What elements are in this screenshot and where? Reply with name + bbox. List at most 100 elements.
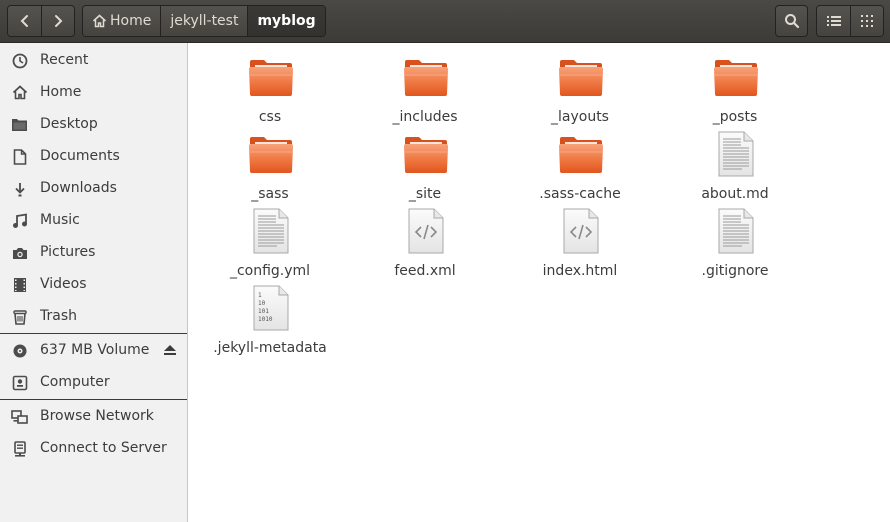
header-bar: Home jekyll-test myblog [0,0,890,43]
sidebar-item-label: Pictures [40,244,96,260]
sidebar-item-connect-server[interactable]: Connect to Server [0,433,187,463]
sidebar-item-pictures[interactable]: Pictures [0,237,187,267]
server-icon [11,440,28,457]
text-file-icon [712,207,760,255]
chevron-left-icon [20,15,28,27]
sidebar-item-downloads[interactable]: Downloads [0,173,187,203]
sidebar-item-computer[interactable]: Computer [0,367,187,397]
folder-icon [403,136,449,174]
sidebar-item-music[interactable]: Music [0,205,187,235]
disc-icon [11,342,28,359]
sidebar-item-label: Trash [40,308,77,324]
file-name: feed.xml [394,263,456,279]
sidebar-item-label: Recent [40,52,89,68]
breadcrumb: Home jekyll-test myblog [82,5,326,37]
sidebar-item-desktop[interactable]: Desktop [0,109,187,139]
sidebar-item-label: Music [40,212,80,228]
file-item-gitignore[interactable]: .gitignore [660,207,810,283]
file-item-config-yml[interactable]: _config.yml [195,207,345,283]
sidebar-item-label: Desktop [40,116,98,132]
sidebar-item-label: Computer [40,374,110,390]
file-item-jekyll-metadata[interactable]: 1 10 101 1010 .jekyll-metadata [195,284,345,360]
music-icon [11,212,28,229]
back-button[interactable] [8,6,41,36]
desktop-folder-icon [11,116,28,133]
code-file-icon [402,207,450,255]
home-icon [11,84,28,101]
binary-file-icon: 1 10 101 1010 [253,285,289,331]
download-icon [11,180,28,197]
file-item-sass[interactable]: _sass [195,130,345,206]
list-view-icon [826,16,841,26]
file-name: css [258,109,282,125]
file-name: about.md [701,186,769,202]
sidebar-item-home[interactable]: Home [0,77,187,107]
file-item-posts[interactable]: _posts [660,53,810,129]
sidebar-item-label: Home [40,84,82,100]
file-name: .gitignore [701,263,769,279]
sidebar-item-label: Downloads [40,180,117,196]
sidebar-item-volume[interactable]: 637 MB Volume [0,335,187,365]
breadcrumb-jekyll-test[interactable]: jekyll-test [160,6,248,36]
trash-icon [11,308,28,325]
file-name: _sass [251,186,289,202]
breadcrumb-label: Home [110,13,152,29]
sidebar-item-label: Browse Network [40,408,154,424]
places-sidebar: Recent Home Desktop Documents Downloads … [0,43,188,522]
sidebar-item-label: 637 MB Volume [40,342,150,358]
home-icon [92,14,107,28]
sidebar-separator [0,333,187,334]
file-item-site[interactable]: _site [350,130,500,206]
binary-line: 1 [258,292,262,299]
folder-icon [558,136,604,174]
document-icon [11,148,28,165]
text-file-icon [712,130,760,178]
binary-line: 1010 [258,316,273,323]
sidebar-item-browse-network[interactable]: Browse Network [0,401,187,431]
sidebar-item-videos[interactable]: Videos [0,269,187,299]
history-nav [7,5,75,37]
network-icon [11,408,28,425]
binary-line: 101 [258,308,269,315]
list-view-button[interactable] [817,6,850,36]
breadcrumb-label: jekyll-test [170,13,239,29]
sidebar-item-label: Videos [40,276,87,292]
camera-icon [11,244,28,261]
file-name: index.html [542,263,618,279]
search-button[interactable] [775,5,808,37]
sidebar-separator [0,399,187,400]
view-toggle [816,5,884,37]
file-item-index-html[interactable]: index.html [505,207,655,283]
file-name: .sass-cache [539,186,621,202]
breadcrumb-myblog[interactable]: myblog [247,6,325,36]
file-item-layouts[interactable]: _layouts [505,53,655,129]
file-item-css[interactable]: css [195,53,345,129]
text-file-icon [247,207,295,255]
file-item-feed-xml[interactable]: feed.xml [350,207,500,283]
folder-icon [248,136,294,174]
file-name: _config.yml [229,263,311,279]
forward-button[interactable] [41,6,74,36]
grid-view-icon [861,15,873,27]
clock-icon [11,52,28,69]
film-icon [11,276,28,293]
breadcrumb-label: myblog [257,13,316,29]
sidebar-item-label: Documents [40,148,120,164]
grid-view-button[interactable] [850,6,883,36]
sidebar-item-trash[interactable]: Trash [0,301,187,331]
file-name: _includes [392,109,458,125]
file-item-includes[interactable]: _includes [350,53,500,129]
file-item-about-md[interactable]: about.md [660,130,810,206]
sidebar-item-recent[interactable]: Recent [0,45,187,75]
file-name: _posts [712,109,758,125]
computer-icon [11,374,28,391]
sidebar-item-documents[interactable]: Documents [0,141,187,171]
sidebar-item-label: Connect to Server [40,440,167,456]
folder-icon [403,59,449,97]
file-item-sass-cache[interactable]: .sass-cache [505,130,655,206]
file-name: _site [408,186,442,202]
eject-icon[interactable] [162,342,178,358]
breadcrumb-home[interactable]: Home [83,6,161,36]
search-icon [784,14,799,29]
code-file-icon [557,207,605,255]
